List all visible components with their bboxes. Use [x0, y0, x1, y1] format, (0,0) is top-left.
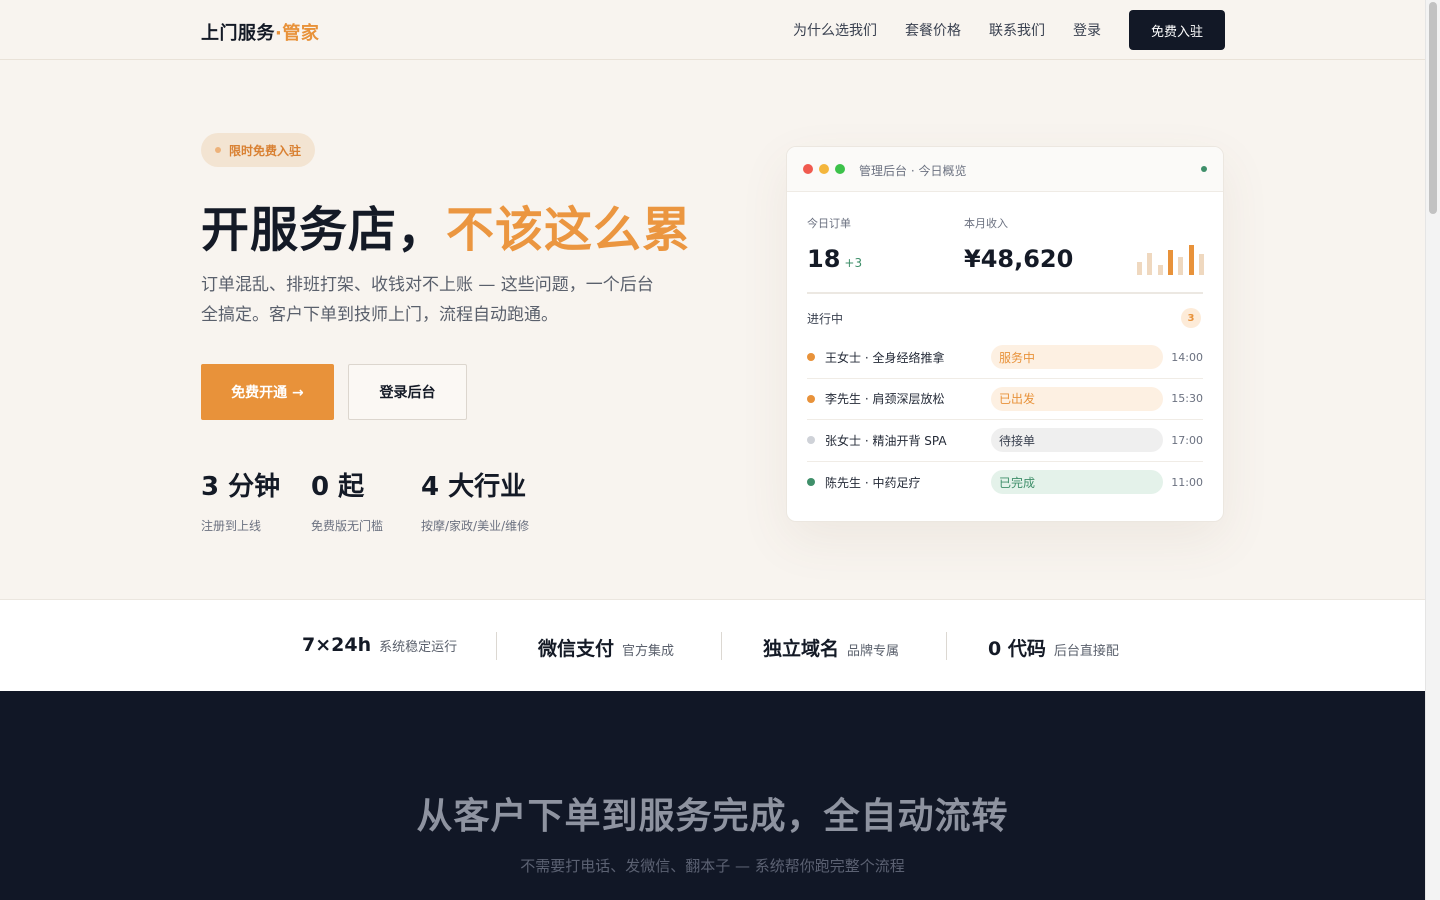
window-title-bar: 管理后台 · 今日概览 [787, 147, 1223, 192]
nav-links: 为什么选我们 套餐价格 联系我们 登录 [793, 20, 1101, 40]
nav-link-pricing[interactable]: 套餐价格 [905, 20, 961, 40]
row-status-dot-icon [807, 353, 815, 362]
row-status-dot-icon [807, 436, 815, 445]
hero-title-main: 开服务店， [201, 202, 447, 258]
feature-strip: 7×24h 系统稳定运行 微信支付 官方集成 独立域名 品牌专属 0 代码 后台… [0, 599, 1425, 691]
hero-desc-line-2: 全搞定。客户下单到技师上门，流程自动跑通。 [201, 305, 558, 325]
feature-uptime: 7×24h 系统稳定运行 [302, 634, 457, 656]
maximize-dot-icon [835, 164, 845, 174]
feature-label: 系统稳定运行 [379, 640, 458, 655]
feature-label: 后台直接配 [1053, 644, 1119, 659]
feature-label: 官方集成 [622, 644, 675, 659]
revenue-bar [1167, 249, 1173, 275]
stat-label: 按摩/家政/美业/维修 [421, 519, 530, 533]
feature-wechat-pay: 微信支付 官方集成 [538, 634, 674, 661]
order-status-badge: 已出发 [991, 386, 1163, 411]
order-time: 14:00 [1171, 350, 1203, 364]
row-status-dot-icon [807, 478, 815, 487]
dashboard-title: 管理后台 · 今日概览 [859, 164, 967, 178]
feature-label: 品牌专属 [847, 644, 900, 659]
stat-setup-time: 3 分钟 注册到上线 [201, 466, 280, 534]
order-row[interactable]: 王女士 · 全身经络推拿 服务中 14:00 [807, 337, 1203, 379]
feature-value: 微信支付 [538, 638, 615, 660]
in-progress-label: 进行中 [807, 312, 844, 326]
row-status-dot-icon [807, 394, 815, 403]
flow-title: 从客户下单到服务完成，全自动流转 [416, 796, 1009, 837]
online-status-icon [1201, 166, 1207, 172]
order-time: 15:30 [1171, 392, 1203, 406]
badge-dot-icon [215, 147, 221, 153]
revenue-bar [1137, 261, 1142, 275]
feature-divider [721, 632, 722, 660]
promo-badge: 限时免费入驻 [201, 133, 316, 167]
order-list: 王女士 · 全身经络推拿 服务中 14:00 李先生 · 肩颈深层放松 已出发 … [807, 337, 1203, 503]
kpi-orders-value: 18 +3 [807, 245, 862, 273]
kpi-orders-label: 今日订单 [807, 217, 851, 230]
feature-value: 0 代码 [988, 638, 1046, 660]
kpi-revenue-value: ¥48,620 [964, 245, 1074, 273]
brand-logo[interactable]: 上门服务·管家 [201, 19, 319, 45]
hero-desc-line-1: 订单混乱、排班打架、收钱对不上账 — 这些问题，一个后台 [201, 275, 654, 295]
feature-divider [496, 632, 497, 660]
nav-link-contact[interactable]: 联系我们 [989, 20, 1045, 40]
feature-divider [946, 632, 947, 660]
scrollbar-thumb[interactable] [1429, 2, 1437, 214]
order-status-badge: 服务中 [991, 345, 1163, 370]
order-customer-service: 陈先生 · 中药足疗 [825, 475, 921, 490]
hero-title: 开服务店，不该这么累 [201, 190, 691, 260]
order-customer-service: 张女士 · 精油开背 SPA [825, 433, 947, 448]
revenue-bar [1178, 257, 1184, 275]
brand-name: 上门服务 [201, 23, 275, 44]
revenue-bar [1157, 264, 1163, 275]
hero-description: 订单混乱、排班打架、收钱对不上账 — 这些问题，一个后台 全搞定。客户下单到技师… [201, 270, 681, 330]
order-customer-service: 王女士 · 全身经络推拿 [825, 350, 945, 365]
kpi-divider [807, 292, 1203, 294]
feature-no-code: 0 代码 后台直接配 [988, 634, 1119, 661]
revenue-mini-chart [1137, 245, 1207, 275]
stat-free-tier: 0 起 免费版无门槛 [311, 466, 383, 534]
hero-title-accent: 不该这么累 [446, 202, 692, 258]
nav-link-why-us[interactable]: 为什么选我们 [793, 20, 877, 40]
login-dashboard-button[interactable]: 登录后台 [348, 364, 467, 420]
free-open-button[interactable]: 免费开通 → [201, 364, 334, 420]
revenue-bar [1198, 254, 1204, 275]
revenue-bar [1188, 245, 1194, 275]
feature-value: 7×24h [302, 634, 372, 656]
feature-value: 独立域名 [763, 638, 840, 660]
page-scrollbar[interactable] [1425, 0, 1440, 900]
in-progress-count-badge: 3 [1181, 308, 1201, 328]
flow-section: 从客户下单到服务完成，全自动流转 不需要打电话、发微信、翻本子 — 系统帮你跑完… [0, 691, 1425, 900]
stat-industries: 4 大行业 按摩/家政/美业/维修 [421, 466, 529, 534]
revenue-bar [1147, 252, 1153, 275]
order-status-badge: 待接单 [991, 428, 1163, 453]
order-row[interactable]: 张女士 · 精油开背 SPA 待接单 17:00 [807, 420, 1203, 462]
order-row[interactable]: 李先生 · 肩颈深层放松 已出发 15:30 [807, 379, 1203, 420]
orders-delta: +3 [844, 256, 863, 270]
kpi-revenue-label: 本月收入 [964, 217, 1008, 230]
order-time: 11:00 [1171, 475, 1203, 489]
minimize-dot-icon [819, 164, 829, 174]
orders-count: 18 [807, 245, 841, 273]
promo-badge-label: 限时免费入驻 [229, 143, 302, 158]
nav-link-login[interactable]: 登录 [1073, 20, 1101, 40]
kpi-orders: 今日订单 18 +3 [807, 215, 862, 273]
order-status-badge: 已完成 [991, 470, 1163, 495]
stat-label: 注册到上线 [201, 519, 262, 533]
flow-subtitle: 不需要打电话、发微信、翻本子 — 系统帮你跑完整个流程 [520, 857, 905, 875]
kpi-revenue: 本月收入 ¥48,620 [964, 215, 1073, 273]
order-customer-service: 李先生 · 肩颈深层放松 [825, 392, 945, 407]
free-signup-button[interactable]: 免费入驻 [1129, 10, 1225, 50]
dashboard-preview-card: 管理后台 · 今日概览 今日订单 18 +3 本月收入 ¥48,620 进行中 3… [786, 146, 1224, 522]
feature-custom-domain: 独立域名 品牌专属 [763, 634, 899, 661]
order-row[interactable]: 陈先生 · 中药足疗 已完成 11:00 [807, 462, 1203, 504]
stat-value: 4 大行业 [421, 472, 527, 502]
brand-accent: ·管家 [275, 23, 320, 44]
close-dot-icon [803, 164, 813, 174]
stat-value: 3 分钟 [201, 472, 281, 502]
order-time: 17:00 [1171, 433, 1203, 447]
stat-value: 0 起 [311, 472, 365, 502]
stat-label: 免费版无门槛 [311, 519, 384, 533]
top-nav: 上门服务·管家 为什么选我们 套餐价格 联系我们 登录 免费入驻 [0, 0, 1425, 60]
